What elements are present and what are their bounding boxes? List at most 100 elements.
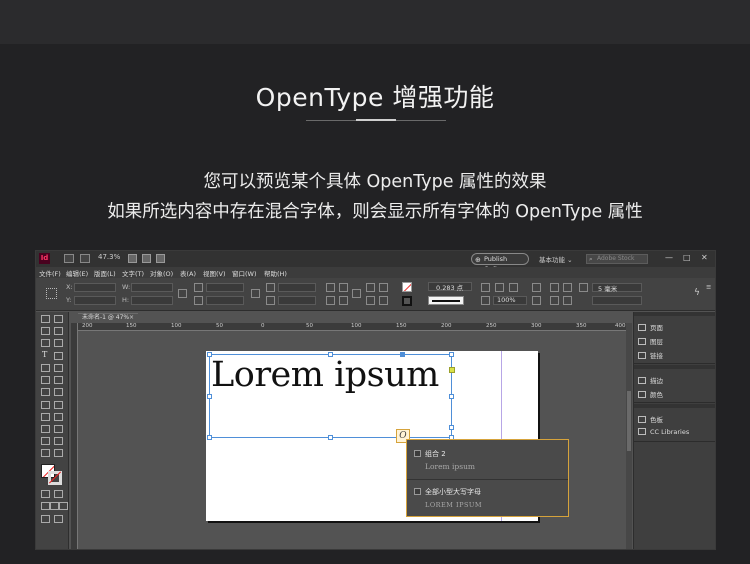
corner-options-icon[interactable] bbox=[579, 283, 588, 292]
view-mode-icon[interactable] bbox=[128, 254, 137, 263]
direct-selection-tool-icon[interactable] bbox=[54, 315, 63, 323]
rotate-field[interactable] bbox=[278, 283, 316, 292]
scale-y-field[interactable] bbox=[206, 296, 244, 305]
panel-stroke[interactable]: 描边 bbox=[638, 375, 663, 385]
zoom-level[interactable]: 47.3% bbox=[98, 253, 120, 261]
frame-in-port[interactable] bbox=[400, 352, 405, 357]
constrain-proportions-icon[interactable] bbox=[178, 289, 187, 298]
selection-tool-icon[interactable] bbox=[41, 315, 50, 323]
bridge-icon[interactable] bbox=[64, 254, 74, 263]
text-frame-selection[interactable] bbox=[209, 354, 452, 438]
select-next-icon[interactable] bbox=[379, 296, 388, 305]
panel-pages[interactable]: 页面 bbox=[638, 322, 663, 332]
align-center-icon[interactable] bbox=[563, 283, 572, 292]
apply-gradient-icon[interactable] bbox=[50, 502, 59, 510]
view-options-icon[interactable] bbox=[80, 254, 90, 263]
select-previous-icon[interactable] bbox=[366, 296, 375, 305]
shear-field[interactable] bbox=[278, 296, 316, 305]
object-style-field[interactable] bbox=[592, 296, 642, 305]
scrollbar-thumb[interactable] bbox=[627, 391, 631, 451]
frame-handle[interactable] bbox=[449, 352, 454, 357]
rectangle-tool-icon[interactable] bbox=[54, 376, 63, 384]
apply-color-icon[interactable] bbox=[41, 502, 50, 510]
menu-type[interactable]: 文字(T) bbox=[122, 268, 144, 278]
arrange-documents-icon[interactable] bbox=[156, 254, 165, 263]
fitting-icon[interactable] bbox=[532, 283, 541, 292]
menu-object[interactable]: 对象(O) bbox=[150, 268, 173, 278]
frame-handle[interactable] bbox=[328, 435, 333, 440]
control-panel-menu-icon[interactable]: ≡ bbox=[706, 283, 711, 291]
constrain-scale-icon[interactable] bbox=[251, 289, 260, 298]
height-field[interactable] bbox=[131, 296, 173, 305]
vertical-grid-tool-icon[interactable] bbox=[54, 388, 63, 396]
gradient-feather-tool-icon[interactable] bbox=[54, 413, 63, 421]
gap-tool-icon[interactable] bbox=[54, 327, 63, 335]
line-tool-icon[interactable] bbox=[54, 352, 63, 360]
menu-edit[interactable]: 编辑(E) bbox=[66, 268, 88, 278]
frame-handle[interactable] bbox=[449, 394, 454, 399]
content-placer-tool-icon[interactable] bbox=[54, 339, 63, 347]
corner-options-handle[interactable] bbox=[449, 367, 455, 373]
text-wrap-icon[interactable] bbox=[495, 283, 504, 292]
fit-content-icon[interactable] bbox=[532, 296, 541, 305]
rotate-90-ccw-icon[interactable] bbox=[339, 283, 348, 292]
scissors-tool-icon[interactable] bbox=[41, 401, 50, 409]
close-button[interactable]: ✕ bbox=[701, 253, 708, 262]
opentype-option-checkbox[interactable] bbox=[414, 450, 421, 457]
horizontal-ruler[interactable]: 200 150 100 50 0 50 100 150 200 250 300 … bbox=[78, 323, 626, 331]
menu-window[interactable]: 窗口(W) bbox=[232, 268, 257, 278]
pencil-tool-icon[interactable] bbox=[54, 364, 63, 372]
select-container-icon[interactable] bbox=[366, 283, 375, 292]
frame-handle[interactable] bbox=[207, 435, 212, 440]
drop-shadow-icon[interactable] bbox=[481, 283, 490, 292]
document-tab[interactable]: 未命名-1 @ 47% × bbox=[78, 313, 138, 322]
formatting-container-icon[interactable] bbox=[41, 490, 50, 498]
panel-links[interactable]: 链接 bbox=[638, 350, 663, 360]
stroke-color-icon[interactable] bbox=[48, 471, 62, 485]
menu-table[interactable]: 表(A) bbox=[180, 268, 196, 278]
content-collector-tool-icon[interactable] bbox=[41, 339, 50, 347]
minimize-button[interactable]: — bbox=[665, 253, 673, 262]
stroke-swatch[interactable] bbox=[402, 296, 412, 306]
effects-icon[interactable] bbox=[509, 283, 518, 292]
default-fill-stroke-icon[interactable] bbox=[41, 449, 50, 457]
swap-fill-stroke-icon[interactable] bbox=[54, 449, 63, 457]
align-top-icon[interactable] bbox=[550, 296, 559, 305]
panel-cc-libraries[interactable]: CC Libraries bbox=[638, 428, 689, 436]
note-tool-icon[interactable] bbox=[41, 425, 50, 433]
scale-x-field[interactable] bbox=[206, 283, 244, 292]
frame-handle[interactable] bbox=[328, 352, 333, 357]
preview-mode-icon[interactable] bbox=[54, 515, 63, 523]
rectangle-frame-tool-icon[interactable] bbox=[41, 376, 50, 384]
width-field[interactable] bbox=[131, 283, 173, 292]
gradient-swatch-tool-icon[interactable] bbox=[41, 413, 50, 421]
panel-layers[interactable]: 图层 bbox=[638, 336, 663, 346]
panel-color[interactable]: 颜色 bbox=[638, 389, 663, 399]
flip-vertical-icon[interactable] bbox=[339, 296, 348, 305]
y-field[interactable] bbox=[74, 296, 116, 305]
maximize-button[interactable]: □ bbox=[683, 253, 691, 262]
menu-view[interactable]: 视图(V) bbox=[203, 268, 226, 278]
apply-none-icon[interactable] bbox=[59, 502, 68, 510]
eyedropper-tool-icon[interactable] bbox=[54, 425, 63, 433]
rotate-90-cw-icon[interactable] bbox=[326, 283, 335, 292]
close-tab-icon[interactable]: × bbox=[129, 314, 134, 322]
free-transform-tool-icon[interactable] bbox=[54, 401, 63, 409]
x-field[interactable] bbox=[74, 283, 116, 292]
fill-swatch[interactable] bbox=[402, 282, 412, 292]
frame-handle[interactable] bbox=[207, 394, 212, 399]
align-middle-icon[interactable] bbox=[563, 296, 572, 305]
menu-file[interactable]: 文件(F) bbox=[39, 268, 61, 278]
hand-tool-icon[interactable] bbox=[41, 437, 50, 445]
menu-help[interactable]: 帮助(H) bbox=[264, 268, 287, 278]
horizontal-grid-tool-icon[interactable] bbox=[41, 388, 50, 396]
formatting-text-icon[interactable] bbox=[54, 490, 63, 498]
reference-point-icon[interactable] bbox=[46, 288, 57, 299]
adobe-stock-search[interactable]: ⌕ Adobe Stock bbox=[586, 254, 648, 264]
quick-apply-icon[interactable]: ϟ bbox=[694, 288, 700, 298]
page-tool-icon[interactable] bbox=[41, 327, 50, 335]
menu-layout[interactable]: 版面(L) bbox=[94, 268, 116, 278]
pen-tool-icon[interactable] bbox=[41, 364, 50, 372]
frame-out-port[interactable] bbox=[449, 425, 454, 430]
opentype-option-checkbox[interactable] bbox=[414, 488, 421, 495]
